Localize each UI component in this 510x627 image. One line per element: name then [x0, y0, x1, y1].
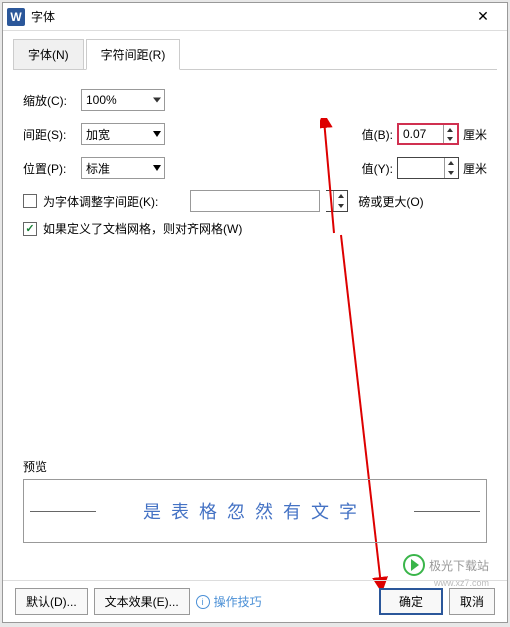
position-unit: 厘米: [463, 160, 487, 177]
spacing-val-label: 值(B):: [362, 126, 393, 143]
chevron-down-icon: [153, 131, 161, 137]
chevron-down-icon: [153, 98, 161, 103]
spin-buttons[interactable]: [444, 158, 458, 178]
tab-strip: 字体(N) 字符间距(R): [3, 31, 507, 70]
close-button[interactable]: ✕: [463, 3, 503, 31]
scale-label: 缩放(C):: [23, 92, 81, 109]
tab-char-spacing[interactable]: 字符间距(R): [86, 39, 181, 70]
preview-box: 是表格忽然有文字: [23, 479, 487, 543]
chevron-down-icon: [153, 165, 161, 171]
form-area: 缩放(C): 100% 间距(S): 加宽 值(B): 0.07 厘米 位置(P…: [3, 70, 507, 255]
position-combo[interactable]: 标准: [81, 157, 165, 179]
grid-checkbox[interactable]: [23, 222, 37, 236]
window-title: 字体: [31, 8, 463, 25]
cancel-button[interactable]: 取消: [449, 588, 495, 615]
spacing-label: 间距(S):: [23, 126, 81, 143]
tab-font[interactable]: 字体(N): [13, 39, 84, 70]
spin-buttons[interactable]: [443, 125, 457, 143]
tips-link[interactable]: i 操作技巧: [196, 593, 262, 610]
position-value: 标准: [86, 160, 110, 177]
default-button[interactable]: 默认(D)...: [15, 588, 88, 615]
kerning-spin[interactable]: [326, 190, 348, 212]
spacing-val: 0.07: [403, 127, 426, 141]
preview-text: 是表格忽然有文字: [143, 498, 367, 524]
text-effects-button[interactable]: 文本效果(E)...: [94, 588, 190, 615]
watermark-text: 极光下载站: [429, 557, 489, 574]
spacing-val-input[interactable]: 0.07: [397, 123, 459, 145]
app-icon: W: [7, 8, 25, 26]
titlebar: W 字体 ✕: [3, 3, 507, 31]
kerning-input[interactable]: [190, 190, 320, 212]
kerning-label: 为字体调整字间距(K):: [43, 193, 158, 210]
preview-section: 预览 是表格忽然有文字: [23, 458, 487, 543]
kerning-checkbox[interactable]: [23, 194, 37, 208]
footer: 默认(D)... 文本效果(E)... i 操作技巧 确定 取消: [3, 580, 507, 622]
spacing-value: 加宽: [86, 126, 110, 143]
spacing-combo[interactable]: 加宽: [81, 123, 165, 145]
spacing-unit: 厘米: [463, 126, 487, 143]
position-val-label: 值(Y):: [362, 160, 393, 177]
position-label: 位置(P):: [23, 160, 81, 177]
watermark-icon: [403, 554, 425, 576]
ok-button[interactable]: 确定: [379, 588, 443, 615]
scale-combo[interactable]: 100%: [81, 89, 165, 111]
info-icon: i: [196, 595, 210, 609]
preview-label: 预览: [23, 458, 487, 475]
tips-label: 操作技巧: [214, 593, 262, 610]
kerning-unit: 磅或更大(O): [358, 193, 423, 210]
scale-value: 100%: [86, 93, 117, 107]
font-dialog: W 字体 ✕ 字体(N) 字符间距(R) 缩放(C): 100% 间距(S): …: [2, 2, 508, 623]
watermark: 极光下载站: [403, 554, 489, 576]
position-val-input[interactable]: [397, 157, 459, 179]
grid-label: 如果定义了文档网格，则对齐网格(W): [43, 220, 242, 237]
